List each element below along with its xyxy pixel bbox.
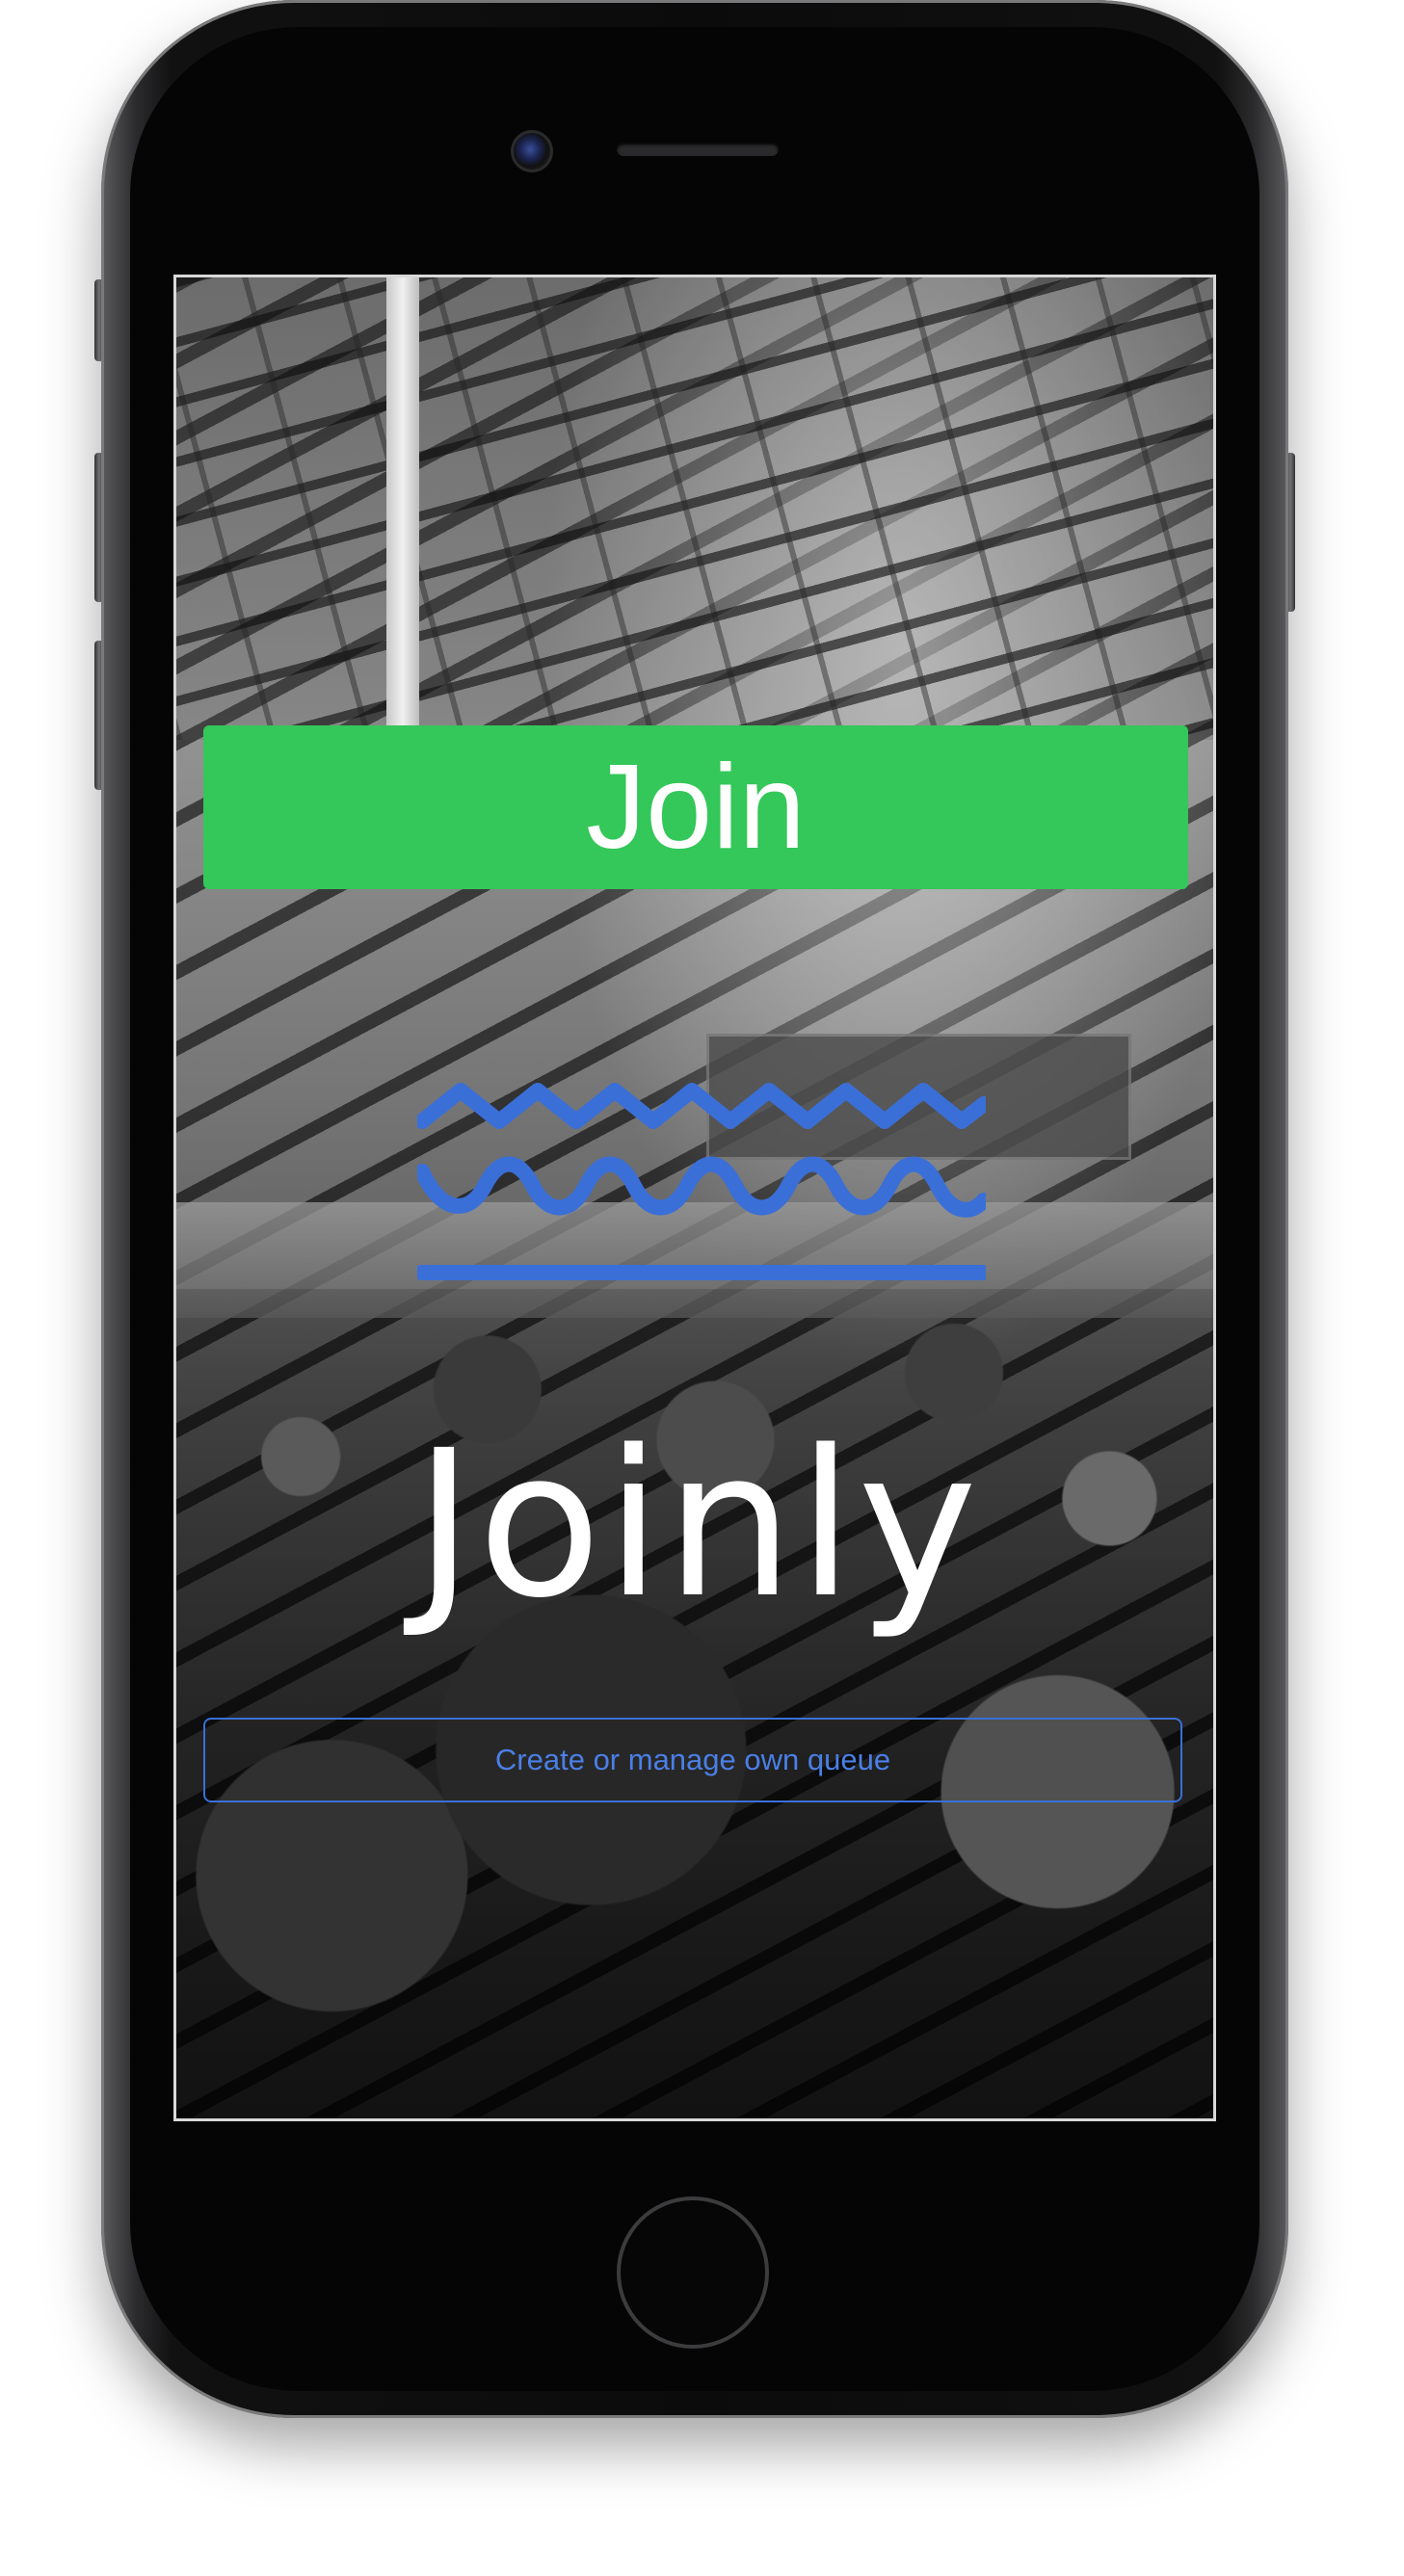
app-screen: Join Joinly Create or manage own queue bbox=[173, 275, 1216, 2121]
sine-wave bbox=[417, 1156, 986, 1218]
create-manage-queue-button[interactable]: Create or manage own queue bbox=[203, 1718, 1182, 1802]
zigzag-wave bbox=[417, 1083, 986, 1129]
join-button[interactable]: Join bbox=[203, 725, 1188, 889]
device-mockup: Join Joinly Create or manage own queue bbox=[0, 0, 1404, 2576]
front-camera bbox=[511, 130, 553, 172]
earpiece-speaker bbox=[617, 143, 779, 156]
background-photo-roof bbox=[176, 277, 1213, 740]
background-photo-pole bbox=[386, 277, 419, 740]
home-button[interactable] bbox=[617, 2196, 769, 2349]
joinly-waves-logo-icon bbox=[417, 1083, 986, 1280]
brand-title: Joinly bbox=[413, 1406, 982, 1643]
